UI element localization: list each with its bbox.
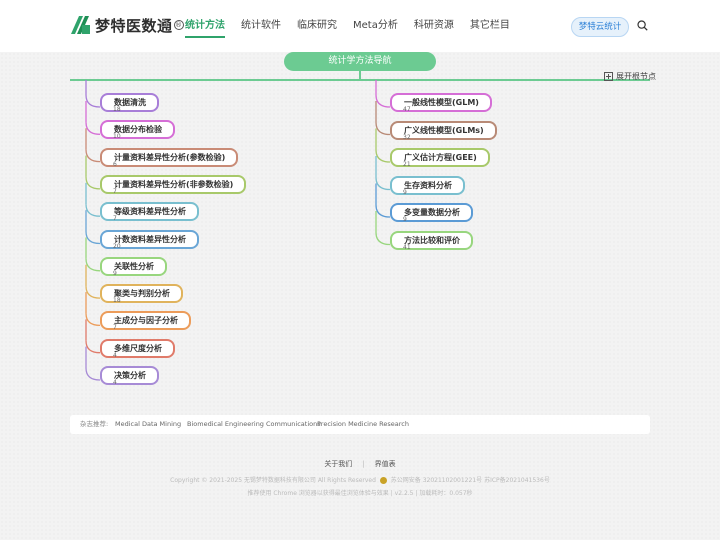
node-article-count: 10 [113, 133, 121, 141]
police-badge-icon [379, 477, 387, 484]
connector-line [375, 94, 391, 108]
node-article-count: 4 [113, 379, 117, 386]
connector-line [85, 258, 101, 272]
expand-label: 展开根节点 [616, 72, 656, 81]
police-record[interactable]: 苏公网安备 32021102001221号 [391, 477, 482, 484]
connector-line [375, 122, 391, 136]
node-article-count: 18 [113, 297, 121, 305]
footer-separator: | [390, 490, 393, 497]
node-article-count: 21 [403, 161, 411, 168]
expand-root-toggle[interactable]: 展开根节点 [604, 71, 656, 82]
node-article-count: 9 [403, 188, 407, 196]
node-article-count: 9 [113, 269, 117, 277]
journal-link-medical-data-mining[interactable]: Medical Data Mining [115, 415, 181, 434]
recommend-label: 杂志推荐: [80, 420, 109, 428]
node-article-count: 20 [113, 242, 121, 250]
footer-link-critical-values[interactable]: 界值表 [375, 460, 396, 468]
version-text: v2.2.5 [394, 490, 414, 497]
connector-line [85, 231, 101, 245]
icp-record[interactable]: 苏ICP备2021041536号 [484, 477, 550, 484]
mindmap-node-left[interactable]: 多维尺度分析 [100, 338, 175, 358]
mindmap-root-node[interactable]: 统计学方法导航 [284, 52, 436, 71]
mindmap-node-left[interactable]: 关联性分析 [100, 256, 167, 276]
node-article-count: 7 [113, 215, 117, 223]
node-article-count: 4 [113, 351, 117, 359]
footer-separator: | [415, 490, 418, 497]
connector-line [85, 340, 101, 354]
journal-link-biomedical-engineering[interactable]: Biomedical Engineering Communications [187, 415, 321, 434]
node-article-count: 47 [403, 106, 411, 113]
mindmap-node-left[interactable]: 计量资料差异性分析(非参数检验) [100, 174, 247, 194]
mindmap-node-left[interactable]: 计量资料差异性分析(参数检验) [100, 147, 239, 167]
footer-link-about[interactable]: 关于我们 [324, 460, 352, 468]
connector-line [375, 177, 391, 191]
connector-line [85, 176, 101, 190]
browser-tip: 推荐使用 Chrome 浏览器以获得最佳浏览体验与效果 [247, 490, 389, 497]
connector-line [85, 313, 101, 327]
node-article-count: 7 [113, 324, 117, 332]
node-article-count: 32 [403, 133, 411, 141]
mindmap-node-right[interactable]: 生存资料分析 [390, 175, 465, 195]
node-article-count: 6 [113, 160, 117, 168]
copyright-text: Copyright © 2021-2025 无锡梦特数据科技有限公司 All R… [170, 477, 376, 484]
node-article-count: 18 [113, 106, 121, 113]
connector-line [85, 367, 101, 381]
mindmap-node-left[interactable]: 数据清洗 [100, 93, 159, 112]
footer-links: 关于我们 | 界值表 [0, 459, 720, 469]
connector-line [85, 94, 101, 108]
footer-separator: | [362, 460, 365, 468]
connector-line [85, 286, 101, 299]
connector-line [375, 232, 391, 246]
journal-link-precision-medicine[interactable]: Precision Medicine Research [317, 415, 409, 434]
connector-line [85, 149, 101, 163]
connector-line [85, 204, 101, 217]
node-article-count: 7 [113, 187, 117, 195]
node-article-count: 9 [403, 216, 407, 223]
mindmap-node-left[interactable]: 数据分布检验 [100, 120, 175, 140]
expand-icon [604, 72, 613, 81]
load-time-text: 加载耗时：0.057秒 [419, 490, 473, 497]
copyright-line: Copyright © 2021-2025 无锡梦特数据科技有限公司 All R… [0, 475, 720, 484]
mindmap-node-left[interactable]: 决策分析 [100, 366, 159, 385]
node-article-count: 41 [403, 243, 411, 251]
journal-recommend-bar: 杂志推荐: Medical Data Mining Biomedical Eng… [70, 415, 650, 434]
connector-line [375, 149, 391, 163]
connector-line [375, 204, 391, 218]
browser-tip-line: 推荐使用 Chrome 浏览器以获得最佳浏览体验与效果 | v2.2.5 | 加… [0, 488, 720, 497]
connector-line [85, 122, 101, 135]
